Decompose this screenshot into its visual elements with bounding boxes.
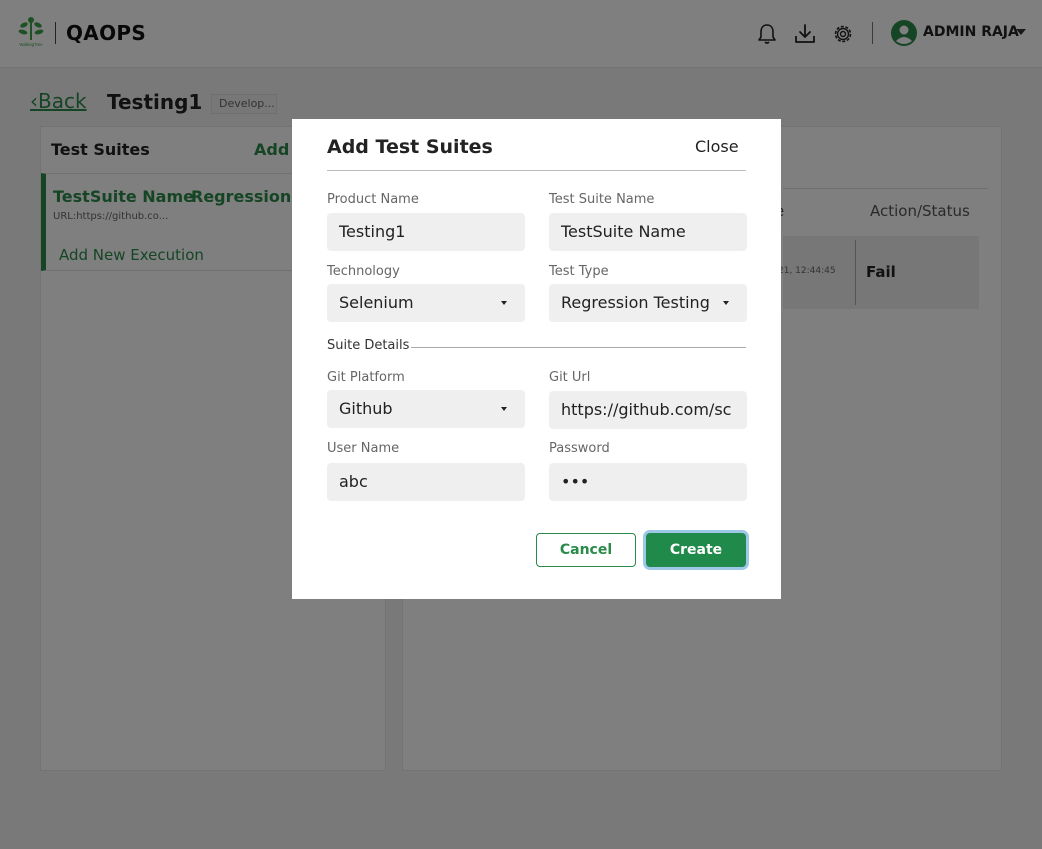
password-label: Password [549, 441, 610, 456]
suite-details-section-label: Suite Details [327, 338, 412, 353]
git-platform-label: Git Platform [327, 370, 405, 385]
git-platform-select[interactable]: Github [327, 390, 525, 428]
technology-select[interactable]: Selenium [327, 284, 525, 322]
product-name-field[interactable]: Testing1 [327, 213, 525, 251]
test-type-select[interactable]: Regression Testing [549, 284, 747, 322]
user-name-label: User Name [327, 441, 400, 456]
cancel-button[interactable]: Cancel [536, 533, 636, 567]
test-suite-name-input[interactable]: TestSuite Name [549, 213, 747, 251]
test-type-value: Regression Testing [561, 293, 710, 312]
technology-value: Selenium [339, 293, 414, 312]
dialog-divider [327, 170, 746, 171]
git-platform-value: Github [339, 399, 393, 418]
test-suite-name-label: Test Suite Name [549, 192, 655, 207]
password-field[interactable]: ••• [549, 463, 747, 501]
git-url-label: Git Url [549, 370, 591, 385]
caret-down-icon [501, 407, 507, 411]
git-url-field[interactable]: https://github.com/sc [549, 391, 747, 429]
create-button[interactable]: Create [646, 533, 746, 567]
user-name-field[interactable]: abc [327, 463, 525, 501]
dialog-title: Add Test Suites [327, 136, 493, 158]
add-test-suites-dialog: Add Test Suites Close Product Name Testi… [292, 119, 781, 599]
caret-down-icon [501, 301, 507, 305]
test-type-label: Test Type [549, 264, 609, 279]
close-button[interactable]: Close [695, 137, 739, 156]
section-divider [411, 347, 746, 348]
product-name-label: Product Name [327, 192, 419, 207]
caret-down-icon [723, 301, 729, 305]
technology-label: Technology [327, 264, 400, 279]
